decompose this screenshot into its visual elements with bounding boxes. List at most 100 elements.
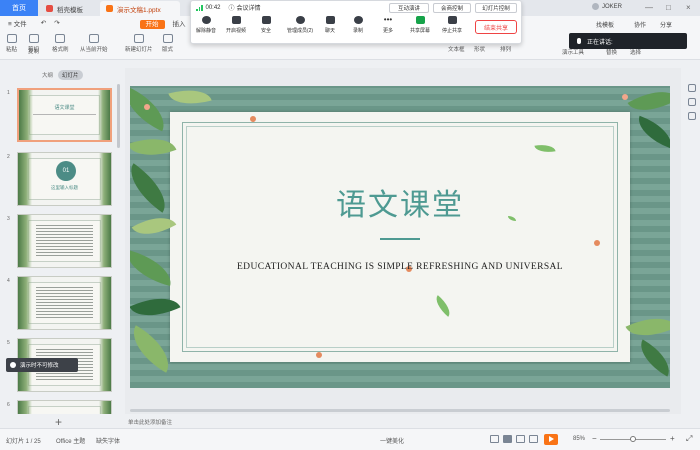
tab-template[interactable]: 稻壳模板 xyxy=(40,1,100,16)
readonly-tooltip: 演示时不可修改 xyxy=(6,358,78,372)
notes-placeholder[interactable]: 单击此处添加备注 xyxy=(128,418,172,426)
format-painter-button[interactable]: 格式刷 xyxy=(52,34,69,53)
collab-button[interactable]: 协作 xyxy=(634,20,646,29)
undo-icon[interactable]: ↶ xyxy=(41,19,46,27)
share-screen-button[interactable]: 共享屏幕 xyxy=(407,16,433,34)
layout-button[interactable]: 版式 xyxy=(162,34,173,53)
thumb-number: 6 xyxy=(7,402,10,408)
flower-decoration xyxy=(316,352,322,358)
shape-edit-icon[interactable] xyxy=(688,98,696,106)
normal-view-icon[interactable] xyxy=(503,435,512,443)
slide-canvas[interactable] xyxy=(130,86,670,388)
panel-tabs: 大纲 幻灯片 xyxy=(0,68,125,80)
style-icon[interactable] xyxy=(688,84,696,92)
tab-outline[interactable]: 大纲 xyxy=(38,70,57,80)
ppt-file-icon xyxy=(106,5,113,12)
more-button[interactable]: ••• 更多 xyxy=(375,16,401,35)
meeting-time: 00:42 xyxy=(205,4,221,11)
new-slide-icon xyxy=(133,34,144,43)
share-button[interactable]: 分享 xyxy=(660,20,672,29)
start-video-button[interactable]: 开启视频 xyxy=(223,16,249,34)
thumbnail-scrollbar[interactable] xyxy=(117,84,120,148)
fit-window-icon[interactable]: ⤢ xyxy=(686,434,692,444)
slide-thumb-6[interactable] xyxy=(17,400,112,414)
tab-document-label: 演示文稿1.pptx xyxy=(117,6,161,14)
play-from-current-button[interactable]: 从当前开始 xyxy=(80,34,108,53)
thumb-number: 1 xyxy=(7,90,10,96)
slide-card xyxy=(170,112,630,362)
thumb-number: 2 xyxy=(7,154,10,160)
reading-view-icon[interactable] xyxy=(529,435,538,443)
layout-icon xyxy=(162,34,173,43)
scissors-icon xyxy=(28,34,39,43)
redo-icon[interactable]: ↷ xyxy=(54,19,59,27)
select-button[interactable]: 选择 xyxy=(630,48,641,56)
play-slideshow-button[interactable] xyxy=(544,434,558,445)
security-button[interactable]: 安全 xyxy=(253,16,279,34)
speak-control-button[interactable]: 会商控制 xyxy=(433,3,471,13)
beautify-button[interactable]: 一键美化 xyxy=(380,436,404,445)
add-slide-button[interactable]: + xyxy=(55,415,62,429)
chat-button[interactable]: 聊天 xyxy=(317,16,343,34)
replace-button[interactable]: 替换 xyxy=(606,48,617,56)
copy-button[interactable]: 复制 xyxy=(28,47,39,55)
stop-share-icon xyxy=(447,16,457,24)
interactive-control-button[interactable]: 互动演讲 xyxy=(389,3,429,13)
presentation-tools-button[interactable]: 演示工具 xyxy=(562,48,584,56)
find-template-button[interactable]: 找模板 xyxy=(596,20,614,29)
meeting-info-icon: ⓘ xyxy=(228,6,235,12)
menu-insert[interactable]: 插入 xyxy=(173,18,186,28)
slide-thumb-1[interactable]: 语文课堂 xyxy=(17,88,112,142)
thumb-number: 3 xyxy=(7,216,10,222)
manage-members-button[interactable]: 管理成员(2) xyxy=(283,16,317,34)
meeting-toolbar: 00:42 ⓘ 会议详情 互动演讲 会商控制 幻灯片控制 解除静音 开启视频 安… xyxy=(190,0,522,44)
zoom-in-icon[interactable]: + xyxy=(670,434,675,443)
slide-control-button[interactable]: 幻灯片控制 xyxy=(475,3,517,13)
title-divider xyxy=(380,238,420,240)
unmute-button[interactable]: 解除静音 xyxy=(193,16,219,34)
share-screen-icon xyxy=(415,16,425,24)
missing-font-link[interactable]: 缺失字体 xyxy=(96,436,120,445)
meeting-details-link[interactable]: 会议详情 xyxy=(237,3,261,12)
chat-icon xyxy=(325,16,335,24)
menu-file[interactable]: ≡ 文件 xyxy=(8,18,27,28)
notes-view-icon[interactable] xyxy=(490,435,499,443)
speaking-banner: 正在讲话: xyxy=(569,33,687,49)
tab-template-label: 稻壳模板 xyxy=(57,6,83,14)
home-tab[interactable]: 首页 xyxy=(0,0,38,16)
zoom-level: 85% xyxy=(573,436,586,442)
end-share-button[interactable]: 结束共享 xyxy=(475,20,517,34)
record-button[interactable]: 录制 xyxy=(345,16,371,34)
record-icon xyxy=(353,16,363,24)
zoom-slider-handle[interactable] xyxy=(630,436,636,442)
thumb-title: 语文课堂 xyxy=(54,105,75,111)
flower-decoration xyxy=(250,116,256,122)
canvas-scrollbar[interactable] xyxy=(130,409,670,412)
slide-subtitle[interactable]: EDUCATIONAL TEACHING IS SIMPLE REFRESHIN… xyxy=(130,262,670,272)
tab-document[interactable]: 演示文稿1.pptx xyxy=(100,1,180,16)
slide-title[interactable]: 语文课堂 xyxy=(130,180,670,224)
slide-count: 幻灯片 1 / 25 xyxy=(6,439,41,445)
paste-icon xyxy=(6,34,17,43)
paste-button[interactable]: 粘贴 xyxy=(6,34,17,53)
zoom-out-icon[interactable]: − xyxy=(592,434,597,443)
menu-start[interactable]: 开始 xyxy=(139,18,165,29)
tab-slides[interactable]: 幻灯片 xyxy=(58,70,83,80)
user-name[interactable]: JOKER xyxy=(602,4,622,10)
thumb-section-number: 01 xyxy=(56,161,76,181)
sorter-view-icon[interactable] xyxy=(516,435,525,443)
thumb-number: 4 xyxy=(7,278,10,284)
animation-icon[interactable] xyxy=(688,112,696,120)
theme-name: Office 主题 xyxy=(56,439,86,445)
speaking-label: 正在讲话: xyxy=(587,39,613,46)
stop-share-button[interactable]: 停止共享 xyxy=(439,16,465,34)
right-toolbar xyxy=(684,78,700,414)
slide-thumb-2[interactable]: 01 这里输入标题 xyxy=(17,152,112,206)
new-slide-button[interactable]: 新建幻灯片 xyxy=(125,34,153,53)
flower-decoration xyxy=(144,104,150,110)
play-icon xyxy=(88,34,99,43)
slide-thumb-3[interactable] xyxy=(17,214,112,268)
avatar[interactable] xyxy=(592,3,599,10)
flower-decoration xyxy=(622,94,628,100)
slide-thumb-4[interactable] xyxy=(17,276,112,330)
